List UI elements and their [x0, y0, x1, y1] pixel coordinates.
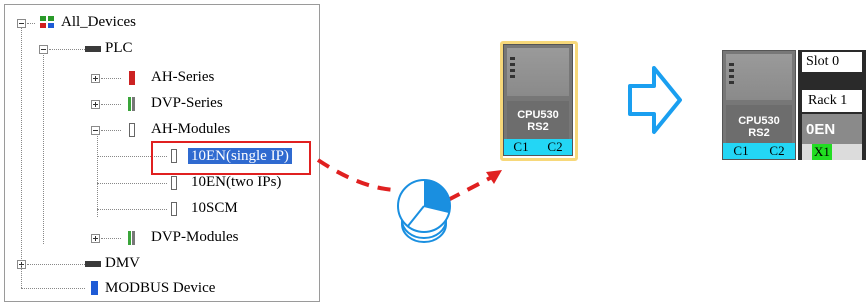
port-c2[interactable]: C2: [769, 143, 784, 159]
cpu-name-line2: RS2: [748, 127, 770, 139]
cpu-port-strip: C1 C2: [504, 139, 572, 155]
cpu-name-line1: CPU530: [738, 115, 780, 127]
slot-label: Slot 0: [802, 52, 862, 72]
port-x1[interactable]: X1: [812, 144, 832, 160]
cpu-module-top: [507, 48, 569, 96]
cpu-name: CPU530 RS2: [504, 109, 572, 133]
extension-port-strip: X1: [802, 144, 862, 160]
extension-module-name: 0EN: [806, 121, 836, 138]
cpu-name-line1: CPU530: [517, 109, 559, 121]
port-c1[interactable]: C1: [513, 139, 528, 155]
port-c1[interactable]: C1: [733, 143, 748, 159]
cpu-name-line2: RS2: [527, 121, 549, 133]
cpu-status-leds: [510, 57, 515, 81]
result-cpu-module[interactable]: CPU530 RS2 C1 C2: [722, 50, 796, 160]
cpu-module[interactable]: CPU530 RS2 C1 C2: [503, 44, 573, 156]
rack-label: Rack 1: [802, 90, 862, 112]
right-arrow-icon: [624, 60, 684, 140]
mouse-drag-icon: [396, 178, 456, 244]
cpu-module-top: [726, 54, 792, 100]
cpu-port-strip: C1 C2: [723, 143, 795, 159]
extension-module[interactable]: Slot 0 Rack 1 0EN X1: [798, 50, 866, 160]
port-c2[interactable]: C2: [547, 139, 562, 155]
cpu-status-leds: [729, 63, 734, 87]
cpu-name: CPU530 RS2: [723, 115, 795, 139]
